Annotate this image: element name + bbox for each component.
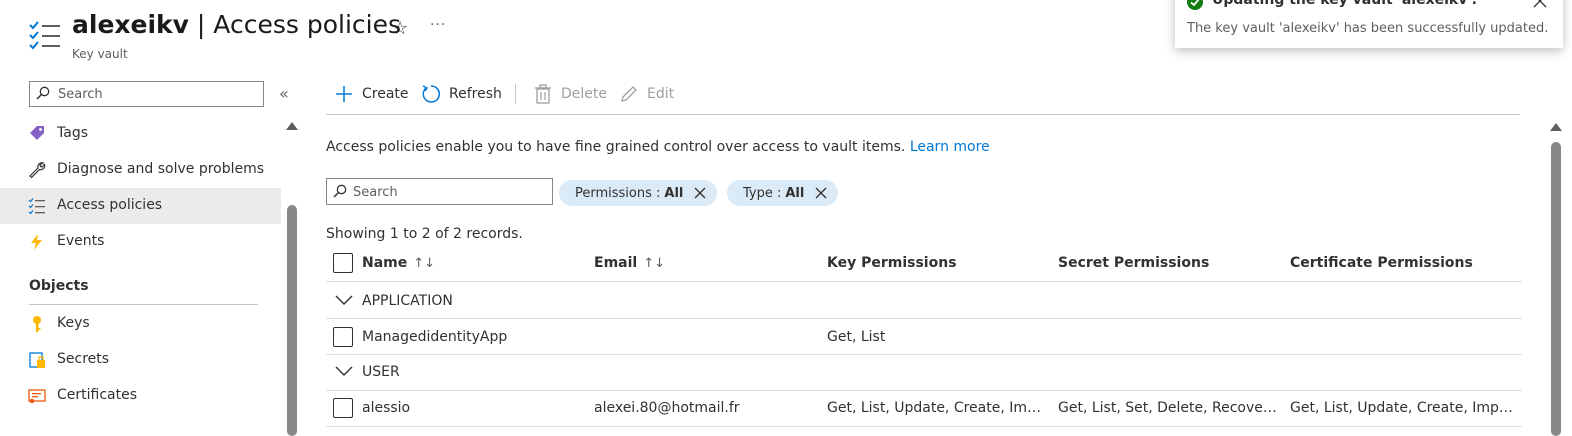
delete-label: Delete [561,86,607,102]
chevron-down-icon[interactable] [335,294,353,306]
type-filter-pill[interactable]: Type : All [727,180,839,206]
create-label: Create [362,86,409,102]
cell-key-permissions: Get, List [827,329,886,345]
sidebar-item-label: Tags [57,125,88,141]
close-icon[interactable] [1533,0,1547,8]
description: Access policies enable you to have fine … [326,139,906,155]
group-row-user[interactable] [326,355,1522,391]
success-check-icon [1187,0,1203,10]
policies-search[interactable] [326,178,553,205]
group-label: APPLICATION [362,293,453,309]
page-subtitle: Key vault [72,47,128,61]
filter-value: All [785,185,805,201]
collapse-sidebar-button[interactable]: « [279,84,289,103]
permissions-filter-pill[interactable]: Permissions : All [559,180,718,206]
edit-button[interactable]: Edit [619,82,674,106]
sidebar-item-access-policies[interactable]: Access policies [0,188,281,224]
trash-icon [535,84,551,104]
column-header-certificate-permissions: Certificate Permissions [1290,255,1473,271]
access-policies-icon [28,198,45,215]
notification-title: Updating the key vault 'alexeikv'. [1212,0,1477,8]
wrench-icon [29,162,46,179]
delete-button[interactable]: Delete [533,82,607,106]
page-title: alexeikv | Access policies [72,10,401,39]
close-icon[interactable] [693,186,707,200]
sidebar-scroll-up-arrow[interactable] [286,122,298,130]
row-checkbox[interactable] [333,398,353,418]
policies-search-input[interactable] [351,182,546,202]
sort-icon[interactable]: ↑↓ [413,256,435,271]
sidebar-item-events[interactable]: Events [0,224,281,260]
group-label: USER [362,364,400,380]
toolbar-divider [326,114,1520,115]
access-policies-app-icon [28,20,62,54]
content-scrollbar-thumb[interactable] [1551,142,1561,436]
row-checkbox[interactable] [333,327,353,347]
cell-name: alessio [362,400,411,416]
cell-key-permissions: Get, List, Update, Create, Import,... [827,400,1049,416]
search-icon [36,86,50,100]
sidebar-item-label: Access policies [57,197,163,213]
sidebar-item-secrets[interactable]: Secrets [0,342,281,378]
sidebar-scrollbar-thumb[interactable] [287,205,297,436]
group-row-application[interactable] [326,283,1522,319]
filter-key: Type : [743,185,782,201]
refresh-button[interactable]: Refresh [421,82,502,106]
records-count: Showing 1 to 2 of 2 records. [326,226,523,242]
cell-certificate-permissions: Get, List, Update, Create, Import, ... [1290,400,1518,416]
filter-key: Permissions : [575,185,661,201]
favorite-star-icon[interactable]: ☆ [392,18,408,39]
learn-more-link[interactable]: Learn more [910,139,990,155]
key-icon [33,316,41,332]
cell-secret-permissions: Get, List, Set, Delete, Recover, Ba... [1058,400,1282,416]
notification-toast: Updating the key vault 'alexeikv'. The k… [1175,0,1563,48]
sidebar-item-label: Secrets [57,351,110,367]
filter-value: All [664,185,684,201]
column-header-secret-permissions: Secret Permissions [1058,255,1210,271]
lightning-icon [31,234,42,250]
select-all-checkbox[interactable] [333,253,353,273]
notification-message: The key vault 'alexeikv' has been succes… [1187,21,1549,36]
sidebar-item-label: Events [57,233,105,249]
certificate-icon [28,389,46,404]
column-header-email[interactable]: Email ↑↓ [594,255,665,271]
resource-name: alexeikv [72,10,189,39]
edit-label: Edit [647,86,675,102]
create-button[interactable]: Create [334,82,409,106]
sidebar-item-label: Diagnose and solve problems [57,161,265,177]
sidebar-search-input[interactable] [56,84,256,104]
sidebar-section-objects: Objects [29,278,89,294]
secret-icon [29,352,45,368]
sidebar-item-certificates[interactable]: Certificates [0,378,281,414]
sidebar-divider [29,304,258,305]
sort-icon[interactable]: ↑↓ [643,256,665,271]
tag-icon [30,126,44,140]
column-header-key-permissions: Key Permissions [827,255,957,271]
sidebar-item-diagnose[interactable]: Diagnose and solve problems [0,152,281,188]
sidebar-search[interactable] [29,81,264,107]
sidebar-item-tags[interactable]: Tags [0,116,281,152]
cell-name: ManagedidentityApp [362,329,508,345]
close-icon[interactable] [814,186,828,200]
toolbar-separator [515,84,516,104]
pencil-icon [621,86,637,102]
page-name: Access policies [213,10,401,39]
refresh-label: Refresh [449,86,502,102]
chevron-down-icon[interactable] [335,365,353,377]
cell-email: alexei.80@hotmail.fr [594,400,740,416]
content-scroll-up-arrow[interactable] [1550,123,1562,131]
sidebar-item-label: Keys [57,315,90,331]
search-icon [333,184,347,198]
refresh-icon [422,85,440,103]
description-text: Access policies enable you to have fine … [326,139,990,155]
more-options-icon[interactable]: ··· [430,17,446,33]
title-separator: | [188,10,214,39]
sidebar-item-keys[interactable]: Keys [0,306,281,342]
plus-icon [336,86,352,102]
sidebar-item-label: Certificates [57,387,138,403]
column-header-name[interactable]: Name ↑↓ [362,255,435,271]
